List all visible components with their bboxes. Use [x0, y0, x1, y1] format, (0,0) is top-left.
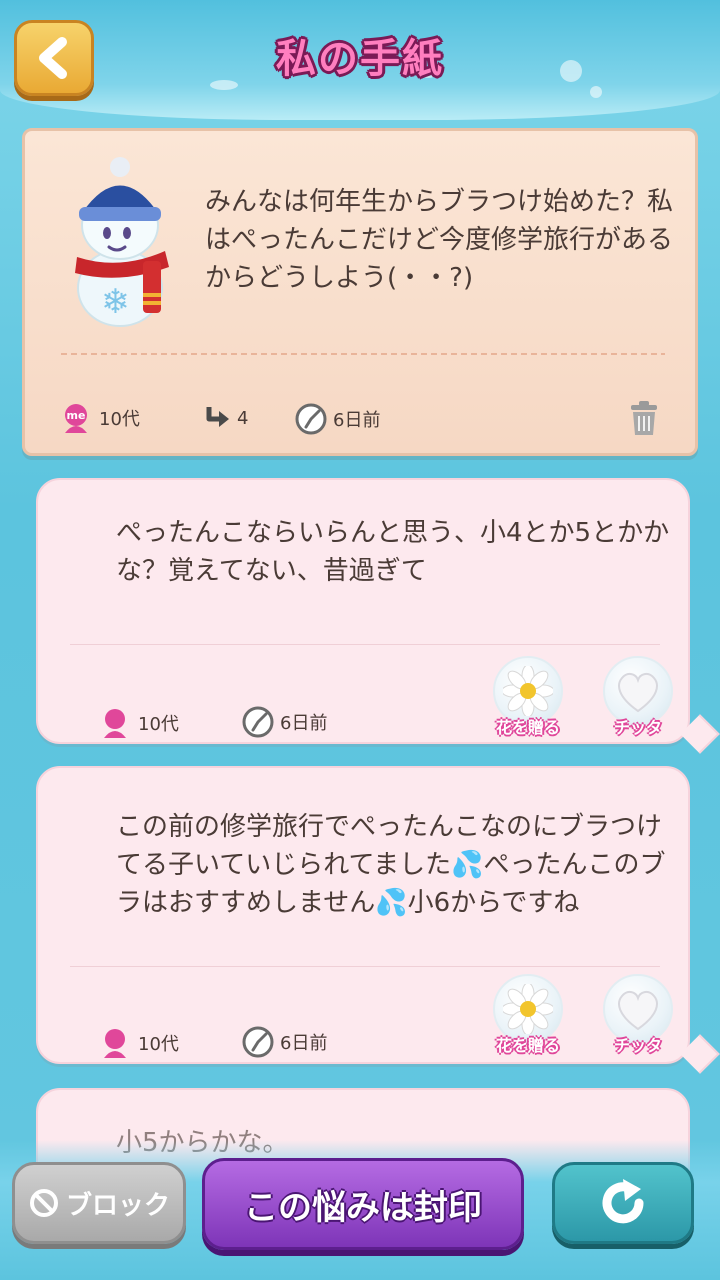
- trash-icon[interactable]: [627, 401, 661, 437]
- page-title: 私の手紙: [276, 36, 444, 82]
- reply-age: 10代: [98, 706, 179, 740]
- letter-reply-count: 4: [203, 405, 248, 431]
- letter-time-text: 6日前: [333, 410, 381, 431]
- seal-worry-button[interactable]: この悩みは封印: [202, 1158, 524, 1250]
- letter-time: 6日前: [295, 403, 380, 435]
- person-icon: [104, 1029, 126, 1058]
- heart-button[interactable]: チッタ: [598, 656, 678, 738]
- reply-count-text: 4: [237, 407, 249, 429]
- letter-text: みんなは何年生からブラつけ始めた？私はぺったんこだけど今度修学旅行があるからどう…: [205, 187, 674, 293]
- reply-time-text: 6日前: [280, 713, 328, 734]
- me-badge-icon: me: [65, 404, 87, 433]
- send-flower-button[interactable]: 花を贈る: [488, 656, 568, 738]
- heart-label: チッタ: [613, 718, 662, 737]
- original-letter: ❄ みんなは何年生からブラつけ始めた？私はぺったんこだけど今度修学旅行があるから…: [22, 128, 698, 456]
- reply-divider: [70, 966, 660, 967]
- clock-icon: [295, 403, 327, 435]
- reply-arrow-icon: [206, 407, 229, 427]
- refresh-button[interactable]: [552, 1162, 694, 1244]
- svg-text:❄: ❄: [101, 282, 130, 322]
- reply-time-text: 6日前: [280, 1033, 328, 1054]
- reply-age: 10代: [98, 1026, 179, 1060]
- letter-age-text: 10代: [99, 409, 140, 430]
- letter-divider: [61, 353, 665, 355]
- clock-icon: [242, 706, 274, 738]
- send-flower-button[interactable]: 花を贈る: [488, 974, 568, 1056]
- daisy-flower-icon: [503, 984, 553, 1034]
- send-flower-label: 花を贈る: [495, 1036, 560, 1055]
- reply-time: 6日前: [242, 1026, 327, 1058]
- heart-icon: [618, 990, 658, 1031]
- svg-text:me: me: [67, 409, 86, 422]
- reply-age-text: 10代: [138, 1034, 179, 1055]
- seal-label: この悩みは封印: [244, 1187, 482, 1228]
- clock-icon: [242, 1026, 274, 1058]
- reply-time: 6日前: [242, 706, 327, 738]
- reply-divider: [70, 644, 660, 645]
- reply-card: この前の修学旅行でぺったんこなのにブラつけてる子いていじられてました💦ぺったんこ…: [36, 766, 690, 1064]
- heart-icon: [618, 672, 658, 713]
- block-button[interactable]: ブロック: [12, 1162, 186, 1244]
- heart-button[interactable]: チッタ: [598, 974, 678, 1056]
- heart-label: チッタ: [613, 1036, 662, 1055]
- reply-age-text: 10代: [138, 714, 179, 735]
- bubble-decoration: [590, 86, 602, 98]
- snowman-avatar: ❄: [75, 157, 169, 327]
- block-icon: [29, 1189, 58, 1217]
- reply-card: ぺったんこならいらんと思う、小4とか5とかかな？覚えてない、昔過ぎて 10代 6…: [36, 478, 690, 744]
- daisy-flower-icon: [503, 666, 553, 716]
- person-icon: [104, 709, 126, 738]
- block-label: ブロック: [65, 1190, 170, 1221]
- refresh-icon: [602, 1179, 644, 1224]
- send-flower-label: 花を贈る: [495, 718, 560, 737]
- reply-text: ぺったんこならいらんと思う、小4とか5とかかな？覚えてない、昔過ぎて: [116, 518, 670, 586]
- reply-text: この前の修学旅行でぺったんこなのにブラつけてる子いていじられてました💦ぺったんこ…: [116, 812, 666, 918]
- letter-age: me 10代: [59, 401, 140, 435]
